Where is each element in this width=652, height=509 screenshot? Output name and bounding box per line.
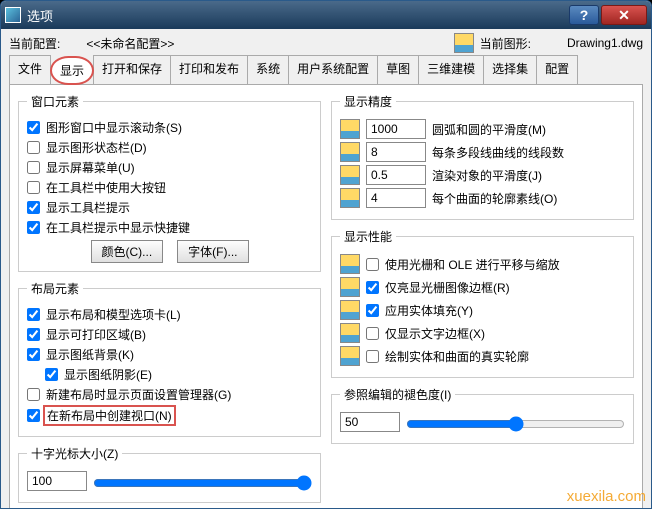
precision-group: 显示精度 圆弧和圆的平滑度(M) 每条多段线曲线的线段数 渲染对象的平滑度(J)… <box>331 93 634 220</box>
scrollbars-label: 图形窗口中显示滚动条(S) <box>46 119 182 136</box>
tab-display[interactable]: 显示 <box>50 56 94 85</box>
viewport-label: 在新布局中创建视口(N) <box>43 405 176 426</box>
drawing-icon <box>454 33 474 53</box>
tab-system[interactable]: 系统 <box>247 55 289 84</box>
silhouette-label: 绘制实体和曲面的真实轮廓 <box>385 348 529 365</box>
statusbar-label: 显示图形状态栏(D) <box>46 139 147 156</box>
tab-draft[interactable]: 草图 <box>377 55 419 84</box>
tab-open-save[interactable]: 打开和保存 <box>93 55 171 84</box>
tab-bar: 文件 显示 打开和保存 打印和发布 系统 用户系统配置 草图 三维建模 选择集 … <box>9 55 643 85</box>
surface-label: 每个曲面的轮廓素线(O) <box>432 190 557 207</box>
pagesetup-label: 新建布局时显示页面设置管理器(G) <box>46 386 231 403</box>
textframe-label: 仅显示文字边框(X) <box>385 325 485 342</box>
title-bar: 选项 ? ✕ <box>1 1 651 29</box>
perf-icon <box>340 277 360 297</box>
tab-print[interactable]: 打印和发布 <box>170 55 248 84</box>
close-button[interactable]: ✕ <box>601 5 647 25</box>
fill-label: 应用实体填充(Y) <box>385 302 473 319</box>
precision-icon <box>340 142 360 162</box>
crosshair-legend: 十字光标大小(Z) <box>27 445 122 462</box>
tab-user[interactable]: 用户系统配置 <box>288 55 378 84</box>
arc-label: 圆弧和圆的平滑度(M) <box>432 121 546 138</box>
tooltip-label: 显示工具栏提示 <box>46 199 130 216</box>
crosshair-slider[interactable] <box>93 475 312 491</box>
tab-config[interactable]: 配置 <box>536 55 578 84</box>
layout-elements-group: 布局元素 显示布局和模型选项卡(L) 显示可打印区域(B) 显示图纸背景(K) … <box>18 280 321 437</box>
precision-legend: 显示精度 <box>340 93 396 110</box>
fade-slider[interactable] <box>406 416 625 432</box>
tab-3d[interactable]: 三维建模 <box>418 55 484 84</box>
current-drawing-value: Drawing1.dwg <box>567 36 643 50</box>
paperbg-label: 显示图纸背景(K) <box>46 346 134 363</box>
watermark: xuexila.com <box>567 488 646 505</box>
scrollbars-checkbox[interactable] <box>27 121 40 134</box>
layout-elements-legend: 布局元素 <box>27 280 83 297</box>
performance-group: 显示性能 使用光栅和 OLE 进行平移与缩放 仅亮显光栅图像边框(R) 应用实体… <box>331 228 634 378</box>
current-config-value: <<未命名配置>> <box>86 35 174 52</box>
layout-tabs-label: 显示布局和模型选项卡(L) <box>46 306 181 323</box>
frame-label: 仅亮显光栅图像边框(R) <box>385 279 510 296</box>
window-elements-legend: 窗口元素 <box>27 93 83 110</box>
paperbg-checkbox[interactable] <box>27 348 40 361</box>
pan-label: 使用光栅和 OLE 进行平移与缩放 <box>385 256 560 273</box>
precision-icon <box>340 165 360 185</box>
silhouette-checkbox[interactable] <box>366 350 379 363</box>
papershadow-checkbox[interactable] <box>45 368 58 381</box>
window-elements-group: 窗口元素 图形窗口中显示滚动条(S) 显示图形状态栏(D) 显示屏幕菜单(U) … <box>18 93 321 272</box>
perf-icon <box>340 323 360 343</box>
colors-button[interactable]: 颜色(C)... <box>91 240 164 263</box>
tooltip-checkbox[interactable] <box>27 201 40 214</box>
current-drawing-label: 当前图形: <box>480 35 531 52</box>
printable-label: 显示可打印区域(B) <box>46 326 146 343</box>
performance-legend: 显示性能 <box>340 228 396 245</box>
perf-icon <box>340 300 360 320</box>
screenmenu-checkbox[interactable] <box>27 161 40 174</box>
window-title: 选项 <box>27 6 567 25</box>
render-input[interactable] <box>366 165 426 185</box>
shortcut-checkbox[interactable] <box>27 221 40 234</box>
precision-icon <box>340 188 360 208</box>
bigbuttons-checkbox[interactable] <box>27 181 40 194</box>
perf-icon <box>340 254 360 274</box>
pan-checkbox[interactable] <box>366 258 379 271</box>
current-config-label: 当前配置: <box>9 35 60 52</box>
screenmenu-label: 显示屏幕菜单(U) <box>46 159 135 176</box>
bigbuttons-label: 在工具栏中使用大按钮 <box>46 179 166 196</box>
help-button[interactable]: ? <box>569 5 599 25</box>
tab-select[interactable]: 选择集 <box>483 55 537 84</box>
segments-input[interactable] <box>366 142 426 162</box>
fonts-button[interactable]: 字体(F)... <box>177 240 248 263</box>
fill-checkbox[interactable] <box>366 304 379 317</box>
crosshair-input[interactable] <box>27 471 87 491</box>
surface-input[interactable] <box>366 188 426 208</box>
printable-checkbox[interactable] <box>27 328 40 341</box>
fade-group: 参照编辑的褪色度(I) <box>331 386 634 444</box>
app-icon <box>5 7 21 23</box>
papershadow-label: 显示图纸阴影(E) <box>64 366 152 383</box>
perf-icon <box>340 346 360 366</box>
statusbar-checkbox[interactable] <box>27 141 40 154</box>
shortcut-label: 在工具栏提示中显示快捷键 <box>46 219 190 236</box>
precision-icon <box>340 119 360 139</box>
fade-input[interactable] <box>340 412 400 432</box>
render-label: 渲染对象的平滑度(J) <box>432 167 542 184</box>
frame-checkbox[interactable] <box>366 281 379 294</box>
fade-legend: 参照编辑的褪色度(I) <box>340 386 455 403</box>
tab-file[interactable]: 文件 <box>9 55 51 84</box>
pagesetup-checkbox[interactable] <box>27 388 40 401</box>
layout-tabs-checkbox[interactable] <box>27 308 40 321</box>
textframe-checkbox[interactable] <box>366 327 379 340</box>
viewport-checkbox[interactable] <box>27 409 40 422</box>
crosshair-group: 十字光标大小(Z) <box>18 445 321 503</box>
segments-label: 每条多段线曲线的线段数 <box>432 144 564 161</box>
arc-input[interactable] <box>366 119 426 139</box>
